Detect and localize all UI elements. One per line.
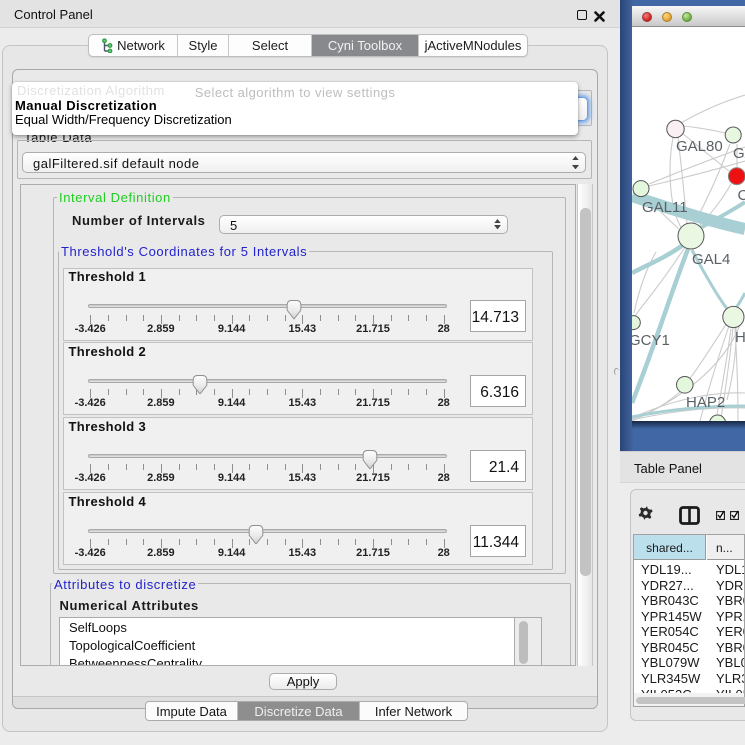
svg-text:C: C [738, 187, 745, 204]
svg-text:GAL4: GAL4 [692, 251, 730, 268]
svg-text:GA: GA [733, 145, 745, 162]
svg-text:GAL80: GAL80 [676, 138, 723, 155]
svg-text:GCY1: GCY1 [632, 332, 670, 349]
svg-text:HAP2: HAP2 [686, 394, 725, 411]
svg-text:H: H [735, 329, 745, 346]
svg-text:GAL11: GAL11 [642, 199, 688, 216]
